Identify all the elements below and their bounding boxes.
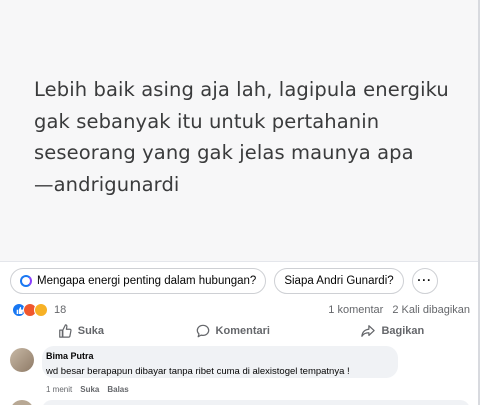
comment-meta: 1 menit Suka Balas: [46, 385, 129, 394]
share-button[interactable]: Bagikan: [361, 324, 424, 338]
next-comment-item: [10, 398, 470, 405]
share-count[interactable]: 2 Kali dibagikan: [392, 304, 470, 316]
post-stats: 18 1 komentar 2 Kali dibagikan: [12, 301, 470, 319]
like-label: Suka: [77, 325, 105, 337]
comment-icon: [196, 324, 209, 338]
reaction-icons[interactable]: [12, 303, 48, 317]
comment-author[interactable]: Bima Putra: [46, 351, 392, 361]
suggestion-chip-andri[interactable]: Siapa Andri Gunardi?: [274, 268, 404, 294]
suggestion-label: Siapa Andri Gunardi?: [284, 275, 394, 287]
comment-bubble: [42, 400, 470, 405]
share-label: Bagikan: [381, 325, 425, 337]
share-icon: [361, 325, 376, 337]
comment-count[interactable]: 1 komentar: [328, 304, 383, 316]
quote-line: Lebih baik asing aja lah, lagipula energ…: [34, 78, 449, 101]
reaction-count[interactable]: 18: [54, 304, 66, 316]
post-image-quote[interactable]: Lebih baik asing aja lah, lagipula energ…: [0, 0, 478, 262]
avatar[interactable]: [10, 348, 34, 372]
suggestion-label: Mengapa energi penting dalam hubungan?: [37, 275, 257, 287]
comment-text: wd besar berapapun dibayar tanpa ribet c…: [46, 366, 350, 377]
avatar[interactable]: [10, 400, 34, 405]
quote-line: seseorang yang gak jelas maunya apa: [34, 141, 414, 164]
thumbs-up-icon: [58, 324, 72, 338]
suggestion-chip-energy[interactable]: Mengapa energi penting dalam hubungan?: [10, 268, 267, 294]
wow-icon: [34, 303, 48, 317]
meta-ai-icon: [20, 275, 32, 287]
comment-button[interactable]: Komentari: [196, 324, 270, 338]
like-button[interactable]: Suka: [58, 324, 104, 338]
quote-author: —andrigunardi: [34, 172, 180, 196]
comment-bubble: Bima Putra wd besar berapapun dibayar ta…: [42, 346, 398, 378]
suggestion-chips: Mengapa energi penting dalam hubungan? S…: [10, 268, 438, 294]
more-icon: ···: [417, 275, 432, 287]
quote-text: Lebih baik asing aja lah, lagipula energ…: [34, 74, 454, 200]
comment-time[interactable]: 1 menit: [46, 385, 72, 394]
post-actions: Suka Komentari Bagikan: [12, 320, 470, 342]
comment-label: Komentari: [215, 325, 270, 337]
comment-reply-link[interactable]: Balas: [107, 385, 128, 394]
quote-line: gak sebanyak itu untuk pertahanin: [34, 109, 380, 133]
comment-like-link[interactable]: Suka: [80, 385, 99, 394]
more-suggestions-button[interactable]: ···: [411, 268, 438, 294]
